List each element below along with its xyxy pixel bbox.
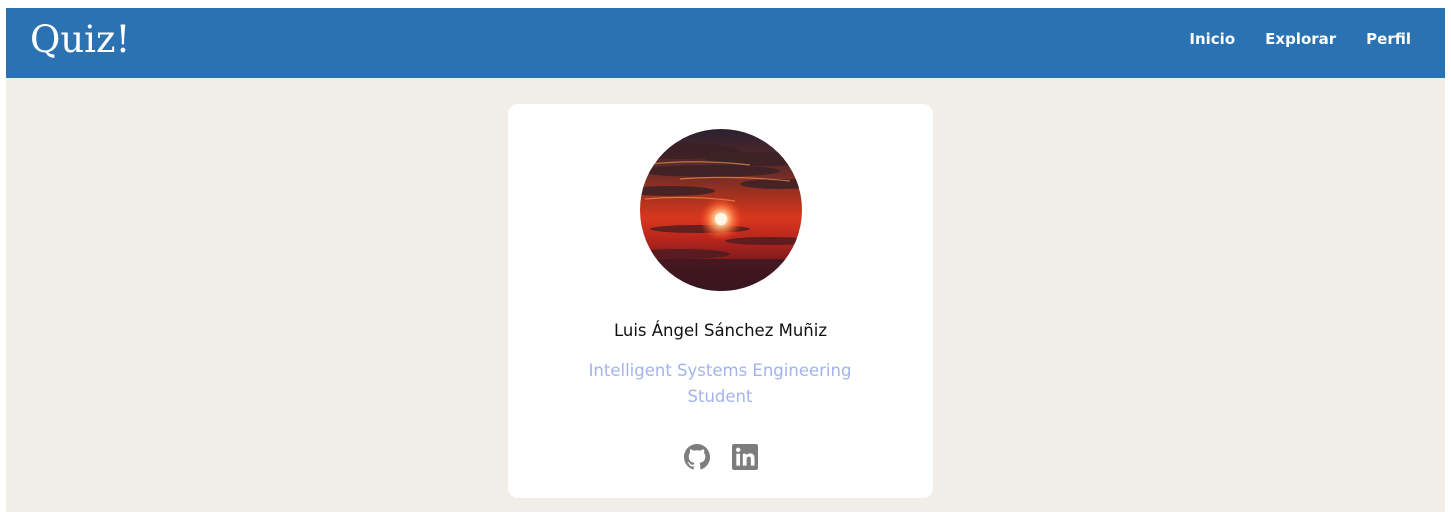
nav-perfil[interactable]: Perfil	[1366, 28, 1411, 50]
nav-explorar[interactable]: Explorar	[1265, 28, 1336, 50]
linkedin-icon	[731, 444, 758, 470]
brand-logo[interactable]: Quiz!	[30, 16, 130, 64]
profile-role: Intelligent Systems Engineering Student	[588, 361, 852, 406]
github-link[interactable]	[683, 444, 710, 470]
sunset-photo	[640, 129, 802, 291]
avatar	[640, 129, 802, 291]
linkedin-link[interactable]	[731, 444, 758, 470]
github-icon	[683, 444, 710, 470]
top-navbar: Quiz! Inicio Explorar Perfil	[6, 8, 1445, 78]
social-links	[508, 444, 933, 470]
main-nav: Inicio Explorar Perfil	[1189, 28, 1411, 50]
app-page: Quiz! Inicio Explorar Perfil Luis Ángel …	[6, 8, 1445, 512]
profile-card: Luis Ángel Sánchez Muñiz Intelligent Sys…	[508, 104, 933, 498]
profile-name: Luis Ángel Sánchez Muñiz	[613, 321, 827, 340]
nav-inicio[interactable]: Inicio	[1189, 28, 1235, 50]
